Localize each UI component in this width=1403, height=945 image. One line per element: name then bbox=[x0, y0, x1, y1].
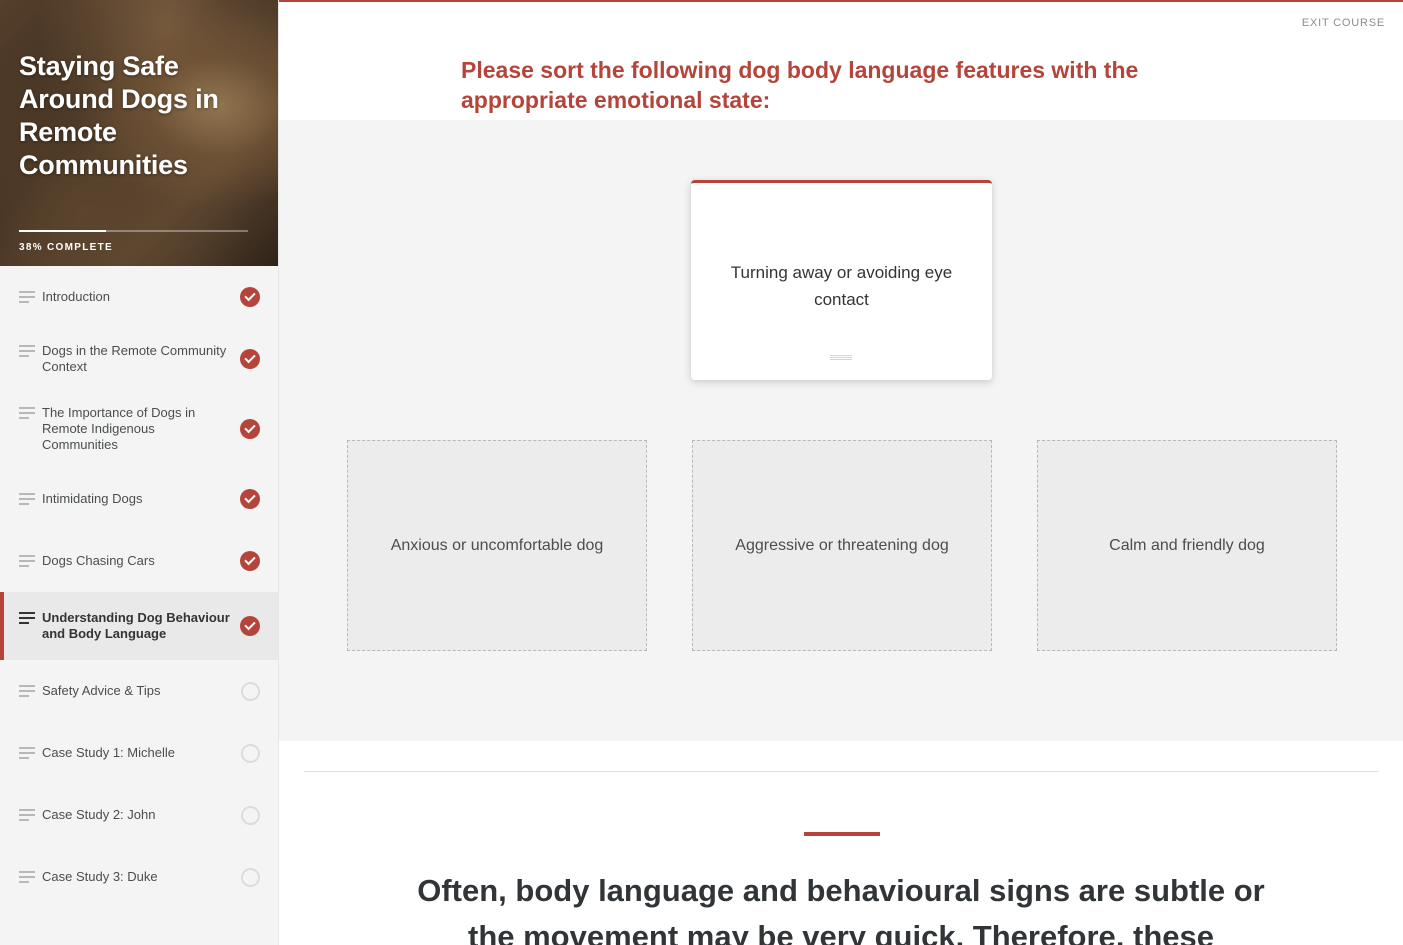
course-progress-bar bbox=[19, 230, 248, 232]
lesson-icon bbox=[19, 685, 35, 697]
sidebar-item-label: The Importance of Dogs in Remote Indigen… bbox=[42, 405, 196, 452]
sidebar-item-label: Dogs in the Remote Community Context bbox=[42, 343, 227, 374]
card-text: Turning away or avoiding eye contact bbox=[730, 263, 953, 309]
complete-check-icon bbox=[240, 349, 260, 369]
draggable-card[interactable]: Turning away or avoiding eye contact bbox=[691, 180, 992, 380]
complete-check-icon bbox=[240, 551, 260, 571]
sidebar-item-case-study-2[interactable]: Case Study 2: John bbox=[0, 784, 278, 846]
complete-check-icon bbox=[240, 616, 260, 636]
course-header-image: Staying Safe Around Dogs in Remote Commu… bbox=[0, 0, 278, 266]
sidebar-item-case-study-3[interactable]: Case Study 3: Duke bbox=[0, 846, 278, 908]
drag-handle-icon[interactable] bbox=[830, 355, 852, 361]
exit-course-link[interactable]: EXIT COURSE bbox=[1302, 17, 1385, 29]
course-sidebar: Staying Safe Around Dogs in Remote Commu… bbox=[0, 0, 279, 945]
accent-divider bbox=[804, 832, 880, 836]
complete-check-icon bbox=[240, 287, 260, 307]
sidebar-item-label: Safety Advice & Tips bbox=[42, 683, 161, 698]
sidebar-item-dogs-in-remote-community-context[interactable]: Dogs in the Remote Community Context bbox=[0, 328, 278, 390]
complete-check-icon bbox=[240, 419, 260, 439]
lesson-list: Introduction Dogs in the Remote Communit… bbox=[0, 266, 278, 908]
incomplete-circle-icon bbox=[241, 681, 260, 701]
lesson-icon bbox=[19, 493, 35, 505]
incomplete-circle-icon bbox=[241, 805, 260, 825]
sidebar-item-importance-of-dogs[interactable]: The Importance of Dogs in Remote Indigen… bbox=[0, 390, 278, 468]
dropzone-calm[interactable]: Calm and friendly dog bbox=[1037, 440, 1337, 651]
sidebar-item-introduction[interactable]: Introduction bbox=[0, 266, 278, 328]
complete-check-icon bbox=[240, 489, 260, 509]
dropzone-anxious[interactable]: Anxious or uncomfortable dog bbox=[347, 440, 647, 651]
sidebar-item-label: Understanding Dog Behaviour and Body Lan… bbox=[42, 610, 230, 641]
lesson-icon bbox=[19, 555, 35, 567]
sidebar-item-case-study-1[interactable]: Case Study 1: Michelle bbox=[0, 722, 278, 784]
sidebar-item-label: Case Study 1: Michelle bbox=[42, 745, 175, 760]
sorting-question: Please sort the following dog body langu… bbox=[461, 57, 1139, 113]
lesson-icon bbox=[19, 612, 35, 624]
dropzone-label: Calm and friendly dog bbox=[1109, 536, 1265, 554]
sidebar-item-dogs-chasing-cars[interactable]: Dogs Chasing Cars bbox=[0, 530, 278, 592]
lesson-icon bbox=[19, 809, 35, 821]
sidebar-item-understanding-dog-behaviour[interactable]: Understanding Dog Behaviour and Body Lan… bbox=[0, 592, 278, 660]
sidebar-item-label: Intimidating Dogs bbox=[42, 491, 143, 506]
incomplete-circle-icon bbox=[241, 867, 260, 887]
lesson-icon bbox=[19, 747, 35, 759]
dropzone-label: Aggressive or threatening dog bbox=[735, 536, 949, 554]
section-divider bbox=[304, 771, 1379, 772]
lesson-icon bbox=[19, 871, 35, 883]
sidebar-item-label: Case Study 2: John bbox=[42, 807, 156, 822]
dropzone-aggressive[interactable]: Aggressive or threatening dog bbox=[692, 440, 992, 651]
course-title: Staying Safe Around Dogs in Remote Commu… bbox=[19, 51, 219, 180]
lesson-content: EXIT COURSE Please sort the following do… bbox=[279, 0, 1403, 945]
sidebar-item-safety-advice[interactable]: Safety Advice & Tips bbox=[0, 660, 278, 722]
sorting-activity: Turning away or avoiding eye contact Anx… bbox=[279, 120, 1403, 741]
sidebar-item-label: Dogs Chasing Cars bbox=[42, 553, 155, 568]
sidebar-item-label: Introduction bbox=[42, 289, 110, 304]
sidebar-item-intimidating-dogs[interactable]: Intimidating Dogs bbox=[0, 468, 278, 530]
statement-text: Often, body language and behavioural sig… bbox=[417, 873, 1265, 945]
course-progress-fill bbox=[19, 230, 107, 232]
course-progress-label: 38% COMPLETE bbox=[19, 242, 113, 253]
sidebar-item-label: Case Study 3: Duke bbox=[42, 869, 158, 884]
lesson-icon bbox=[19, 291, 35, 303]
incomplete-circle-icon bbox=[241, 743, 260, 763]
lesson-icon bbox=[19, 345, 35, 357]
dropzone-label: Anxious or uncomfortable dog bbox=[390, 536, 604, 554]
lesson-icon bbox=[19, 407, 35, 419]
